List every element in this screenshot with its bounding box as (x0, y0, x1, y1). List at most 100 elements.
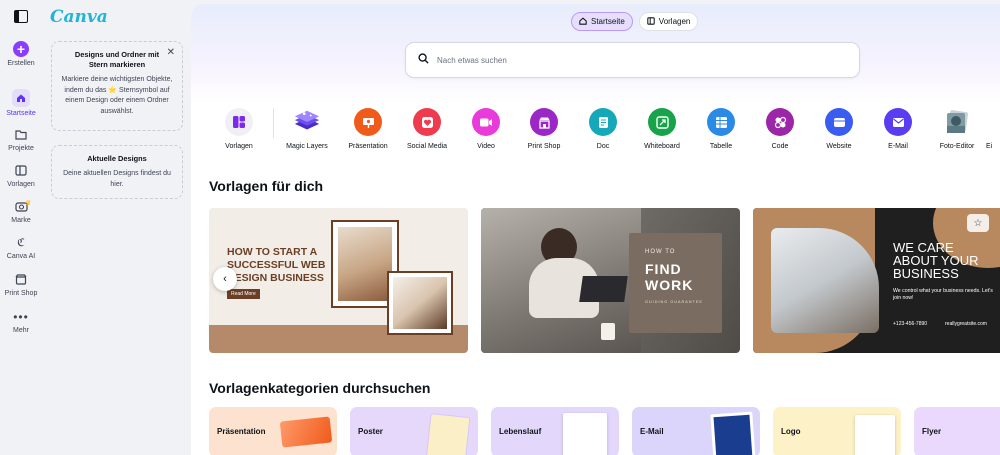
rail-item-create[interactable]: + Erstellen (0, 41, 42, 67)
whiteboard-icon (648, 108, 676, 136)
shortcut-magic-layers[interactable]: Magic Layers (277, 108, 337, 150)
shortcut-label: Whiteboard (644, 143, 680, 150)
category-resume[interactable]: Lebenslauf (491, 407, 619, 455)
shortcut-video[interactable]: Video (456, 108, 516, 150)
side-panel: Canva ✕ Designs und Ordner mit Stern mar… (42, 0, 190, 455)
template-card-we-care[interactable]: WE CARE ABOUT YOUR BUSINESS We control w… (753, 208, 1000, 353)
card-body: Markiere deine wichtigsten Objekte, inde… (61, 76, 173, 115)
mail-icon (884, 108, 912, 136)
card-body: Deine aktuellen Designs findest du hier. (63, 170, 171, 188)
rail-item-more[interactable]: ••• Mehr (0, 309, 42, 335)
section-title-categories: Vorlagenkategorien durchsuchen (209, 380, 431, 396)
tab-label: Vorlagen (658, 17, 691, 26)
rail-item-brand[interactable]: ♛ Marke (0, 199, 42, 224)
headline-line: BUSINESS (893, 266, 959, 281)
category-email[interactable]: E-Mail (632, 407, 760, 455)
main-content: Startseite Vorlagen Nach etwas suchen Vo… (191, 4, 1000, 455)
heart-icon (413, 108, 441, 136)
category-presentation[interactable]: Präsentation (209, 407, 337, 455)
shortcut-photo-editor[interactable]: Foto-Editor (927, 108, 987, 150)
shortcut-presentation[interactable]: Präsentation (338, 108, 398, 150)
top-tabs: Startseite Vorlagen (571, 12, 699, 31)
template-card-web-design[interactable]: HOW TO START A SUCCESSFUL WEB DESIGN BUS… (209, 208, 468, 353)
close-icon[interactable]: ✕ (167, 47, 175, 58)
rail-label: Marke (11, 217, 31, 224)
category-logo[interactable]: Logo (773, 407, 901, 455)
shortcut-label: Foto-Editor (939, 143, 975, 150)
layers-icon (293, 108, 321, 136)
shortcut-label: Website (826, 143, 852, 150)
card-title: Aktuelle Designs (87, 154, 147, 163)
doc-icon (589, 108, 617, 136)
template-card-find-work[interactable]: HOW TO FIND WORK GUIDING GUARANTEE (481, 208, 740, 353)
folder-icon (14, 127, 29, 142)
card-title: Designs und Ordner mit Stern markieren (74, 50, 160, 69)
shortcut-code[interactable]: Code (750, 108, 810, 150)
shortcut-print-shop[interactable]: Print Shop (514, 108, 574, 150)
rail-item-canva-ai[interactable]: ℭ Canva AI (0, 235, 42, 260)
read-more-button: Read More (227, 289, 260, 299)
search-input[interactable]: Nach etwas suchen (405, 42, 860, 78)
rail-item-print-shop[interactable]: Print Shop (0, 272, 42, 297)
carousel-prev-button[interactable]: ‹ (213, 267, 237, 291)
tab-vorlagen[interactable]: Vorlagen (638, 12, 699, 31)
shortcut-table[interactable]: Tabelle (691, 108, 751, 150)
photo-frame (387, 271, 453, 335)
starred-info-card: ✕ Designs und Ordner mit Stern markieren… (51, 41, 183, 131)
templates-icon (647, 16, 655, 27)
category-label: E-Mail (640, 427, 664, 436)
card-headline: WE CARE ABOUT YOUR BUSINESS (893, 241, 978, 280)
shortcut-more[interactable]: Ei (986, 108, 1000, 150)
shortcut-label: Social Media (406, 143, 448, 150)
more-icon: ••• (13, 309, 29, 324)
divider (273, 108, 274, 138)
website-icon (825, 108, 853, 136)
shortcut-label: Doc (596, 143, 610, 150)
more-icon (986, 108, 1000, 136)
rail-item-templates[interactable]: Vorlagen (0, 163, 42, 188)
code-icon (766, 108, 794, 136)
left-rail: + Erstellen Startseite Projekte Vorlagen… (0, 0, 42, 455)
shortcut-whiteboard[interactable]: Whiteboard (632, 108, 692, 150)
shortcut-email[interactable]: E-Mail (868, 108, 928, 150)
rail-item-projects[interactable]: Projekte (0, 127, 42, 152)
category-poster[interactable]: Poster (350, 407, 478, 455)
shortcut-doc[interactable]: Doc (573, 108, 633, 150)
category-label: Präsentation (217, 427, 266, 436)
presentation-icon (354, 108, 382, 136)
photo (338, 227, 392, 301)
canva-logo[interactable]: Canva (50, 7, 108, 27)
tab-label: Startseite (591, 17, 625, 26)
card-headline: HOW TO START A SUCCESSFUL WEB DESIGN BUS… (227, 246, 325, 285)
text-box: HOW TO FIND WORK GUIDING GUARANTEE (629, 233, 722, 333)
shortcut-label: Tabelle (709, 143, 733, 150)
shortcut-vorlagen[interactable]: Vorlagen (209, 108, 269, 150)
shortcut-label: Video (477, 143, 495, 150)
rail-item-home[interactable]: Startseite (0, 89, 42, 117)
tab-startseite[interactable]: Startseite (571, 12, 633, 31)
category-label: Poster (358, 427, 383, 436)
shortcut-label: Code (771, 143, 789, 150)
website-text: reallygreatsite.com (945, 321, 987, 327)
thumbnail (710, 411, 756, 455)
thumbnail (855, 415, 895, 455)
shortcut-website[interactable]: Website (809, 108, 869, 150)
thumbnail (425, 413, 471, 455)
table-icon (707, 108, 735, 136)
home-icon (12, 89, 30, 107)
star-icon[interactable]: ☆ (967, 214, 989, 232)
recent-designs-card: Aktuelle Designs Deine aktuellen Designs… (51, 145, 183, 199)
photo-icon (943, 108, 971, 136)
category-label: Flyer (922, 427, 942, 436)
mug-shape (601, 323, 615, 340)
shortcut-label: Vorlagen (225, 143, 253, 150)
shortcut-label: Präsentation (348, 143, 388, 150)
video-icon (472, 108, 500, 136)
shortcut-social-media[interactable]: Social Media (397, 108, 457, 150)
shop-icon (14, 272, 29, 287)
shortcut-label: E-Mail (888, 143, 908, 150)
rail-label: Print Shop (4, 290, 38, 297)
sidebar-toggle-icon[interactable] (14, 10, 28, 23)
phone-text: +123-456-7890 (893, 321, 928, 327)
category-flyer[interactable]: Flyer (914, 407, 1000, 455)
